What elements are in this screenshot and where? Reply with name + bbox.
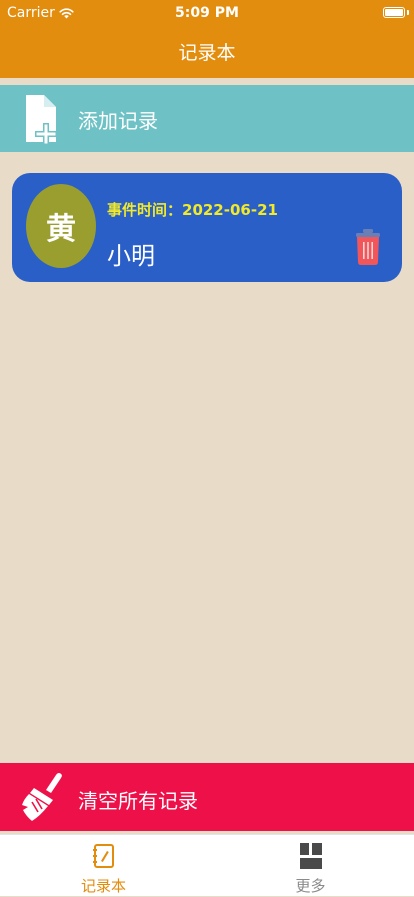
tab-notebook[interactable]: 记录本 — [0, 835, 207, 897]
record-name: 小明 — [107, 242, 155, 270]
broom-icon — [22, 773, 62, 821]
add-file-icon — [26, 95, 57, 145]
page-title: 记录本 — [178, 42, 236, 64]
trash-icon[interactable] — [355, 229, 381, 265]
grid-icon — [299, 843, 322, 869]
event-time: 事件时间：2022-06-21 — [107, 201, 278, 219]
clear-all-button[interactable]: 清空所有记录 — [0, 763, 414, 831]
clear-all-label: 清空所有记录 — [78, 789, 198, 813]
add-record-button[interactable]: 添加记录 — [0, 85, 414, 152]
tab-bar: 记录本 更多 — [0, 834, 414, 896]
tab-notebook-label: 记录本 — [80, 877, 126, 895]
battery-icon — [383, 7, 405, 18]
clock: 5:09 PM — [175, 5, 239, 21]
navigation-header: Carrier 5:09 PM 记录本 — [0, 0, 414, 78]
record-card[interactable]: 黄 事件时间：2022-06-21 小明 — [12, 173, 402, 282]
tab-more[interactable]: 更多 — [207, 835, 414, 897]
tab-more-label: 更多 — [295, 877, 326, 895]
add-record-label: 添加记录 — [78, 109, 158, 133]
battery-tip — [407, 10, 409, 15]
notebook-icon — [92, 844, 114, 868]
status-bar: Carrier 5:09 PM — [0, 0, 414, 26]
avatar: 黄 — [26, 184, 96, 268]
